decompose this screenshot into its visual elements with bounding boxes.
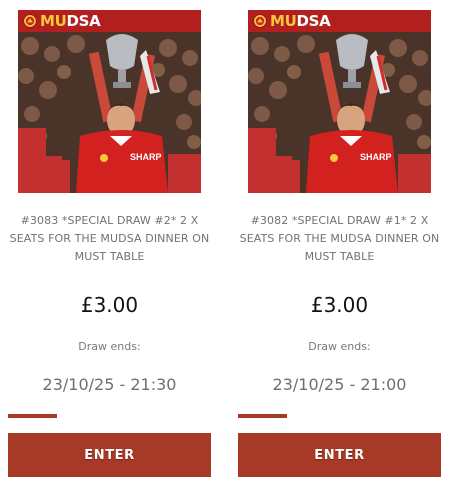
competition-image[interactable]: MUDSA SHARP (18, 10, 201, 193)
ticket-progress-bar (8, 414, 211, 418)
mudsa-banner: MUDSA (18, 10, 201, 32)
competition-image[interactable]: MUDSA SHARP (248, 10, 431, 193)
brand-suffix: DSA (66, 11, 101, 30)
ticket-progress-fill (8, 414, 57, 418)
competition-title[interactable]: #3083 *SPECIAL DRAW #2* 2 X SEATS FOR TH… (8, 212, 211, 266)
club-crest-icon (253, 14, 267, 28)
brand-prefix: MU (40, 11, 67, 30)
draw-end-time: 23/10/25 - 21:30 (42, 375, 177, 394)
competition-title[interactable]: #3082 *SPECIAL DRAW #1* 2 X SEATS FOR TH… (238, 212, 441, 266)
draw-end-time: 23/10/25 - 21:00 (272, 375, 407, 394)
competition-grid: MUDSA SHARP #3083 *SPECIAL DRAW #2* 2 X … (0, 0, 450, 486)
svg-text:SHARP: SHARP (130, 152, 162, 162)
enter-button[interactable]: ENTER (238, 433, 441, 477)
ticket-progress-bar (238, 414, 441, 418)
ticket-progress-fill (238, 414, 287, 418)
svg-text:SHARP: SHARP (360, 152, 392, 162)
club-crest-icon (23, 14, 37, 28)
trophy-lift-photo: SHARP (248, 32, 431, 193)
draw-ends-label: Draw ends: (308, 340, 371, 353)
brand-prefix: MU (270, 11, 297, 30)
ticket-price: £3.00 (310, 293, 369, 317)
brand-logo: MUDSA (40, 11, 101, 30)
trophy-lift-photo: SHARP (18, 32, 201, 193)
enter-button[interactable]: ENTER (8, 433, 211, 477)
draw-ends-label: Draw ends: (78, 340, 141, 353)
competition-card: MUDSA (8, 0, 211, 486)
brand-suffix: DSA (296, 11, 331, 30)
brand-logo: MUDSA (270, 11, 331, 30)
mudsa-banner: MUDSA (248, 10, 431, 32)
ticket-price: £3.00 (80, 293, 139, 317)
competition-card: MUDSA (238, 0, 441, 486)
